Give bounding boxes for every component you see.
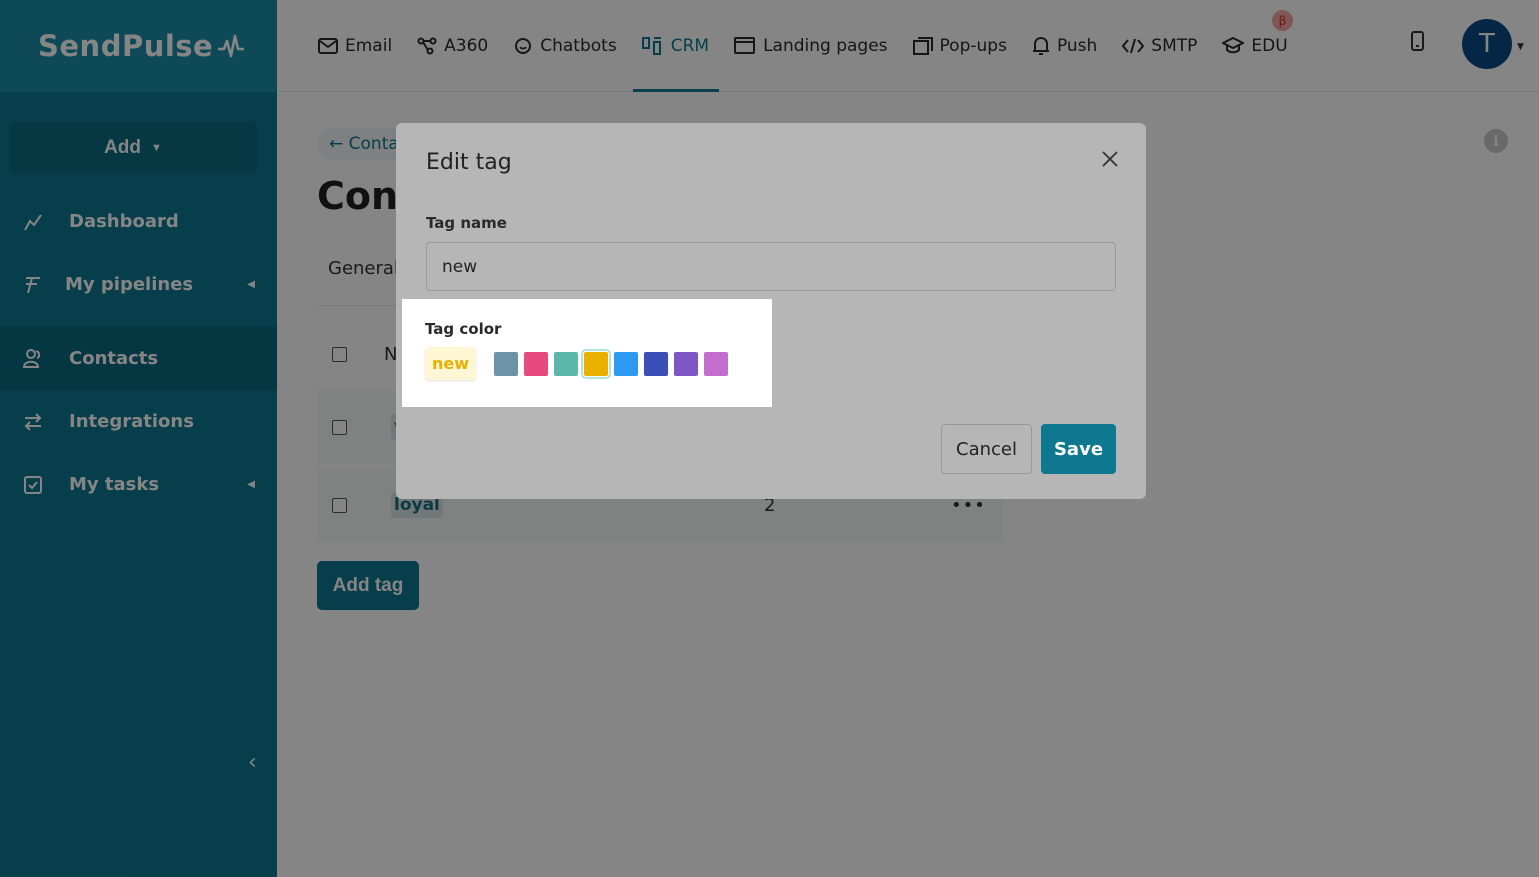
save-button[interactable]: Save <box>1041 424 1116 474</box>
tag-name-label: Tag name <box>426 214 507 232</box>
tag-color-section: Tag color new <box>402 299 772 407</box>
color-swatch[interactable] <box>494 352 518 376</box>
color-swatch[interactable] <box>554 352 578 376</box>
close-icon[interactable] <box>1099 148 1121 170</box>
tag-color-label: Tag color <box>425 320 502 338</box>
color-swatch[interactable] <box>704 352 728 376</box>
tag-name-input[interactable] <box>426 242 1116 291</box>
color-swatch[interactable] <box>614 352 638 376</box>
cancel-button[interactable]: Cancel <box>941 424 1032 474</box>
color-swatch[interactable] <box>524 352 548 376</box>
color-swatch[interactable] <box>644 352 668 376</box>
color-swatch[interactable] <box>674 352 698 376</box>
color-swatches <box>494 349 734 379</box>
color-swatch[interactable] <box>581 349 611 379</box>
modal-title: Edit tag <box>426 150 512 175</box>
tag-preview-chip: new <box>425 347 476 380</box>
